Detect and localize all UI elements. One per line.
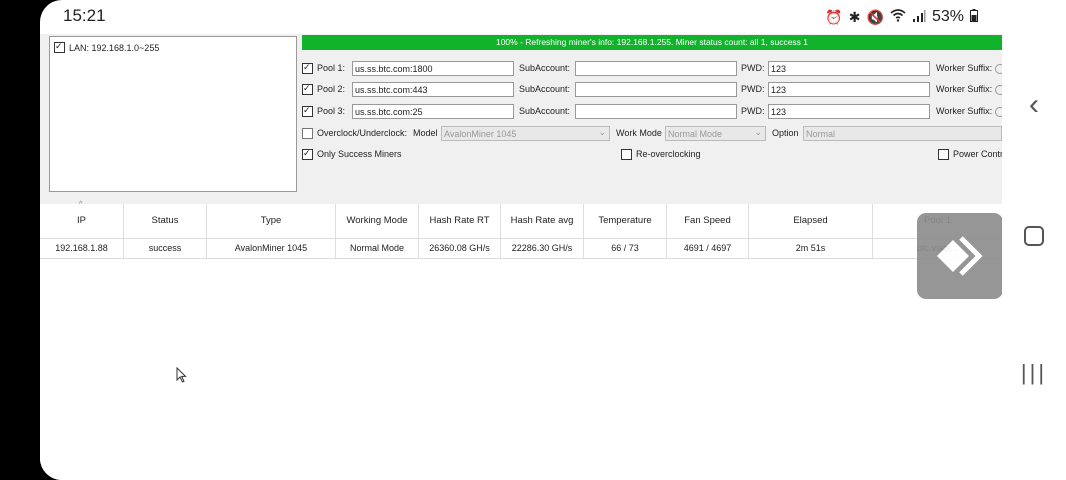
pool-2-subaccount-label: SubAccount: bbox=[519, 84, 571, 94]
pool-2-subaccount-input[interactable] bbox=[575, 82, 737, 97]
work-mode-label: Work Mode bbox=[616, 128, 662, 138]
overclock-checkbox[interactable] bbox=[302, 128, 313, 140]
option-label: Option bbox=[772, 128, 799, 138]
lan-list-item[interactable]: LAN: 192.168.1.0~255 bbox=[54, 42, 159, 53]
header-hash-rate-avg[interactable]: Hash Rate avg bbox=[501, 204, 584, 238]
lan-label: LAN: 192.168.1.0~255 bbox=[69, 42, 160, 53]
mouse-cursor-icon bbox=[176, 366, 187, 387]
remote-control-icon bbox=[937, 236, 983, 276]
status-clock: 15:21 bbox=[63, 6, 106, 25]
device-screen: 15:21 ⏰ ✱ 🔇 53% LAN: 192.168.1.0~255 bbox=[40, 0, 1066, 480]
recents-button[interactable]: ||| bbox=[1002, 360, 1066, 386]
only-success-checkbox[interactable] bbox=[302, 149, 313, 161]
pool-3-url-input[interactable]: us.ss.btc.com:25 bbox=[352, 104, 514, 119]
pool-2-suffix-radio[interactable] bbox=[995, 84, 1002, 95]
home-button[interactable] bbox=[1002, 226, 1066, 251]
pool-3-suffix-label: Worker Suffix: bbox=[936, 103, 1002, 120]
cell-ip: 192.168.1.88 bbox=[40, 238, 124, 258]
bluetooth-icon: ✱ bbox=[848, 8, 861, 25]
miner-table: ^ IP Status Type Working Mode Hash Rate … bbox=[40, 201, 1002, 480]
alarm-icon: ⏰ bbox=[825, 8, 843, 25]
reoverclocking-option[interactable]: Re-overclocking bbox=[621, 146, 701, 163]
lan-list: LAN: 192.168.1.0~255 bbox=[49, 36, 297, 192]
pool-1-pwd-label: PWD: bbox=[741, 63, 765, 73]
mute-icon: 🔇 bbox=[866, 8, 884, 25]
table-row[interactable]: 192.168.1.88 success AvalonMiner 1045 No… bbox=[40, 238, 1002, 259]
signal-icon bbox=[912, 9, 926, 25]
model-label: Model bbox=[413, 128, 438, 138]
home-icon bbox=[1024, 226, 1044, 246]
pool-2-url-input[interactable]: us.ss.btc.com:443 bbox=[352, 82, 514, 97]
refresh-progress-bar: 100% - Refreshing miner's info: 192.168.… bbox=[302, 35, 1002, 50]
option-input[interactable]: Normal bbox=[803, 126, 1002, 141]
pool-1-label[interactable]: Pool 1: bbox=[302, 60, 345, 77]
header-temperature[interactable]: Temperature bbox=[584, 204, 667, 238]
reoverclocking-checkbox[interactable] bbox=[621, 149, 632, 161]
progress-text: 100% - Refreshing miner's info: 192.168.… bbox=[495, 37, 809, 47]
cell-hash-rate-rt: 26360.08 GH/s bbox=[419, 238, 501, 258]
status-bar: 15:21 ⏰ ✱ 🔇 53% bbox=[40, 0, 1002, 34]
pool-3-pwd-input[interactable]: 123 bbox=[768, 104, 930, 119]
table-header: IP Status Type Working Mode Hash Rate RT… bbox=[40, 204, 1002, 239]
battery-icon bbox=[970, 9, 978, 25]
pool-1-suffix-radio[interactable] bbox=[995, 63, 1002, 74]
header-type[interactable]: Type bbox=[207, 204, 336, 238]
pool-3-subaccount-input[interactable] bbox=[575, 104, 737, 119]
model-dropdown[interactable]: AvalonMiner 1045 bbox=[441, 126, 610, 141]
back-button[interactable]: ‹ bbox=[1002, 88, 1066, 122]
navigation-bar: ‹ ||| bbox=[1002, 0, 1066, 480]
pool-2-suffix-label: Worker Suffix: bbox=[936, 81, 1002, 98]
pool-3-subaccount-label: SubAccount: bbox=[519, 106, 571, 116]
config-panel: LAN: 192.168.1.0~255 100% - Refreshing m… bbox=[40, 34, 1002, 204]
pool-2-checkbox[interactable] bbox=[302, 84, 313, 96]
pool-2-pwd-input[interactable]: 123 bbox=[768, 82, 930, 97]
work-mode-dropdown[interactable]: Normal Mode bbox=[665, 126, 766, 141]
remote-control-overlay-button[interactable] bbox=[917, 213, 1003, 299]
cell-type: AvalonMiner 1045 bbox=[207, 238, 336, 258]
pool-3-pwd-label: PWD: bbox=[741, 106, 765, 116]
pool-2-pwd-label: PWD: bbox=[741, 84, 765, 94]
power-control-checkbox[interactable] bbox=[938, 149, 949, 161]
pool-3-checkbox[interactable] bbox=[302, 106, 313, 118]
header-ip[interactable]: IP bbox=[40, 204, 124, 238]
recents-icon: ||| bbox=[1020, 360, 1048, 385]
cell-status: success bbox=[124, 238, 207, 258]
cell-temperature: 66 / 73 bbox=[584, 238, 667, 258]
cell-fan-speed: 4691 / 4697 bbox=[667, 238, 749, 258]
header-status[interactable]: Status bbox=[124, 204, 207, 238]
status-icons: ⏰ ✱ 🔇 53% bbox=[825, 8, 978, 26]
battery-percent: 53% bbox=[931, 8, 964, 25]
pool-3-suffix-radio[interactable] bbox=[995, 106, 1002, 117]
pool-1-url-input[interactable]: us.ss.btc.com:1800 bbox=[352, 61, 514, 76]
only-success-option[interactable]: Only Success Miners bbox=[302, 146, 402, 163]
miner-tool-window: LAN: 192.168.1.0~255 100% - Refreshing m… bbox=[40, 34, 1002, 480]
pool-1-suffix-label: Worker Suffix: bbox=[936, 60, 1002, 77]
pool-1-subaccount-input[interactable] bbox=[575, 61, 737, 76]
pool-1-subaccount-label: SubAccount: bbox=[519, 63, 571, 73]
pool-2-label[interactable]: Pool 2: bbox=[302, 81, 345, 98]
overclock-label[interactable]: Overclock/Underclock: bbox=[302, 125, 407, 142]
chevron-left-icon: ‹ bbox=[1029, 88, 1039, 121]
cell-hash-rate-avg: 22286.30 GH/s bbox=[501, 238, 584, 258]
pool-3-label[interactable]: Pool 3: bbox=[302, 103, 345, 120]
header-working-mode[interactable]: Working Mode bbox=[336, 204, 419, 238]
pool-1-pwd-input[interactable]: 123 bbox=[768, 61, 930, 76]
cell-working-mode: Normal Mode bbox=[336, 238, 419, 258]
header-elapsed[interactable]: Elapsed bbox=[749, 204, 873, 238]
lan-checkbox[interactable] bbox=[54, 42, 65, 53]
wifi-icon bbox=[890, 9, 906, 25]
cell-elapsed: 2m 51s bbox=[749, 238, 873, 258]
pool-1-checkbox[interactable] bbox=[302, 63, 313, 75]
header-fan-speed[interactable]: Fan Speed bbox=[667, 204, 749, 238]
header-hash-rate-rt[interactable]: Hash Rate RT bbox=[419, 204, 501, 238]
power-control-option[interactable]: Power Contro bbox=[938, 146, 1002, 163]
